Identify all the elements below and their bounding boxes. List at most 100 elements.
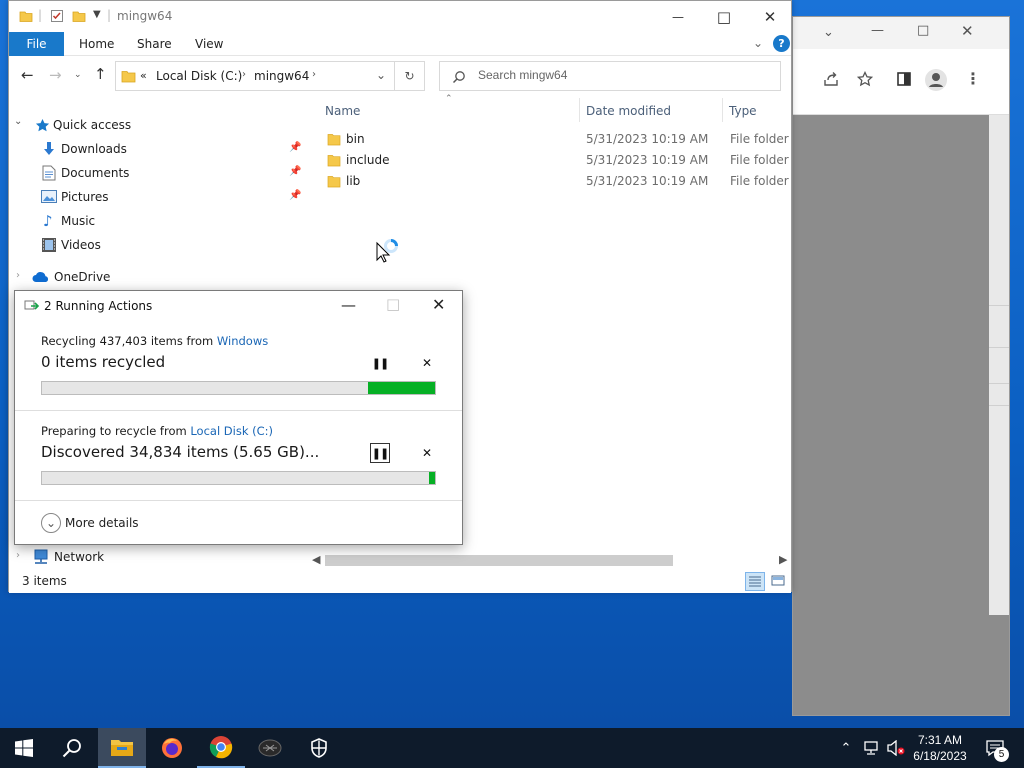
breadcrumb-overflow-icon[interactable]: «	[140, 69, 147, 82]
browser-side-strip	[989, 115, 1009, 615]
more-menu-icon[interactable]: ⋮	[965, 69, 981, 88]
dialog-titlebar: 2 Running Actions — □ ✕	[15, 291, 462, 321]
pause-icon: ❚❚	[371, 356, 389, 370]
file-row[interactable]: lib 5/31/2023 10:19 AM File folder	[325, 171, 791, 192]
notification-count-badge: 5	[994, 747, 1009, 762]
breadcrumb-root[interactable]: Local Disk (C:)	[156, 69, 242, 83]
maximize-icon[interactable]: □	[917, 23, 929, 38]
properties-icon[interactable]	[50, 9, 64, 23]
pin-icon[interactable]: 📌	[289, 166, 301, 177]
browser-window[interactable]: ⌄ — □ ✕ ⋮	[792, 16, 1010, 716]
taskbar-app[interactable]	[246, 728, 294, 768]
chevron-right-icon[interactable]: ›	[16, 270, 20, 281]
pictures-icon	[41, 190, 57, 203]
star-icon	[35, 118, 50, 132]
music-note-icon: ♪	[43, 212, 53, 230]
pin-icon[interactable]: 📌	[289, 190, 301, 201]
taskbar-file-explorer[interactable]	[98, 728, 146, 768]
tab-share[interactable]: Share	[137, 32, 172, 56]
side-panel-icon[interactable]	[896, 71, 912, 87]
close-icon: ✕	[763, 7, 777, 26]
address-bar[interactable]: « Local Disk (C:) › mingw64 › ⌄	[115, 61, 395, 91]
chevron-down-icon[interactable]: ⌄	[14, 116, 22, 127]
folder-icon	[327, 155, 341, 167]
minimize-icon[interactable]: —	[871, 23, 884, 38]
new-folder-icon[interactable]	[72, 9, 86, 23]
maximize-icon: □	[386, 295, 401, 313]
close-icon[interactable]: ✕	[432, 295, 445, 314]
cancel-button[interactable]: ✕	[417, 353, 437, 373]
up-arrow-icon[interactable]: ↑	[94, 65, 107, 83]
search-button[interactable]	[48, 728, 96, 768]
operation-status: Discovered 34,834 items (5.65 GB)...	[41, 443, 320, 461]
explorer-titlebar: | ▼ | mingw64 — □ ✕	[9, 1, 791, 32]
scrollbar-thumb[interactable]	[325, 555, 673, 566]
network-status-button[interactable]	[860, 728, 882, 768]
file-type: File folder	[730, 174, 789, 188]
details-view-button[interactable]	[745, 572, 765, 591]
progress-fill	[368, 382, 435, 394]
file-explorer-icon	[111, 740, 133, 756]
file-operation-dialog[interactable]: 2 Running Actions — □ ✕ Recycling 437,40…	[14, 290, 463, 545]
share-icon[interactable]	[823, 71, 839, 87]
file-date: 5/31/2023 10:19 AM	[586, 153, 709, 167]
customize-toolbar-icon[interactable]: ▼	[93, 9, 101, 20]
column-name[interactable]: Name	[325, 101, 360, 121]
star-icon[interactable]	[857, 71, 873, 87]
pause-icon: ❚❚	[371, 446, 389, 460]
more-details-label[interactable]: More details	[65, 516, 139, 530]
volume-button[interactable]	[884, 728, 908, 768]
column-type[interactable]: Type	[729, 101, 757, 121]
file-row[interactable]: bin 5/31/2023 10:19 AM File folder	[325, 129, 791, 150]
chevron-down-icon[interactable]: ⌄	[823, 25, 834, 40]
file-type: File folder	[730, 132, 789, 146]
search-input[interactable]	[478, 68, 758, 82]
tab-file[interactable]: File	[9, 32, 64, 56]
back-arrow-icon[interactable]: ←	[21, 66, 34, 84]
breadcrumb-chevron-icon[interactable]: ›	[312, 69, 316, 80]
notification-center-button[interactable]: 5	[980, 728, 1010, 768]
progress-bar	[41, 381, 436, 395]
file-row[interactable]: include 5/31/2023 10:19 AM File folder	[325, 150, 791, 171]
address-dropdown-icon[interactable]: ⌄	[376, 68, 386, 82]
close-button[interactable]: ✕	[747, 1, 793, 32]
source-link[interactable]: Windows	[217, 334, 268, 348]
refresh-button[interactable]: ↻	[395, 61, 425, 91]
search-box[interactable]	[439, 61, 781, 91]
recent-locations-icon[interactable]: ⌄	[74, 70, 82, 80]
sort-ascending-icon: ⌃	[445, 94, 453, 104]
pause-button[interactable]: ❚❚	[370, 443, 390, 463]
chevron-right-icon[interactable]: ›	[16, 550, 20, 561]
help-icon[interactable]: ?	[773, 35, 790, 52]
scroll-right-icon[interactable]: ▶	[779, 553, 787, 566]
pin-icon[interactable]: 📌	[289, 142, 301, 153]
taskbar-firefox[interactable]	[148, 728, 196, 768]
tab-home[interactable]: Home	[79, 32, 114, 56]
taskbar-security[interactable]	[295, 728, 343, 768]
expand-ribbon-icon[interactable]: ⌄	[753, 36, 763, 50]
forward-arrow-icon[interactable]: →	[49, 66, 62, 84]
taskbar-chrome[interactable]	[197, 728, 245, 768]
scroll-left-icon[interactable]: ◀	[312, 553, 320, 566]
minimize-button[interactable]: —	[655, 1, 701, 32]
cancel-button[interactable]: ✕	[417, 443, 437, 463]
search-icon	[62, 739, 81, 758]
large-icons-view-button[interactable]	[769, 572, 789, 591]
column-date-modified[interactable]: Date modified	[586, 101, 671, 121]
source-link[interactable]: Local Disk (C:)	[190, 424, 273, 438]
clock-date: 6/18/2023	[913, 749, 967, 763]
horizontal-scrollbar[interactable]: ◀ ▶	[309, 552, 791, 569]
minimize-icon[interactable]: —	[341, 296, 356, 314]
tab-view[interactable]: View	[195, 32, 223, 56]
start-button[interactable]	[0, 728, 48, 768]
profile-avatar[interactable]	[925, 69, 947, 91]
maximize-button[interactable]: □	[701, 1, 747, 32]
breadcrumb-folder[interactable]: mingw64	[254, 69, 309, 83]
breadcrumb-chevron-icon[interactable]: ›	[242, 69, 246, 80]
more-details-toggle[interactable]: ⌄	[41, 513, 61, 533]
clock[interactable]: 7:31 AM 6/18/2023	[908, 728, 972, 768]
file-date: 5/31/2023 10:19 AM	[586, 132, 709, 146]
pause-button[interactable]: ❚❚	[370, 353, 390, 373]
close-icon[interactable]: ✕	[961, 22, 974, 40]
show-hidden-icons-button[interactable]: ⌃	[836, 728, 856, 768]
